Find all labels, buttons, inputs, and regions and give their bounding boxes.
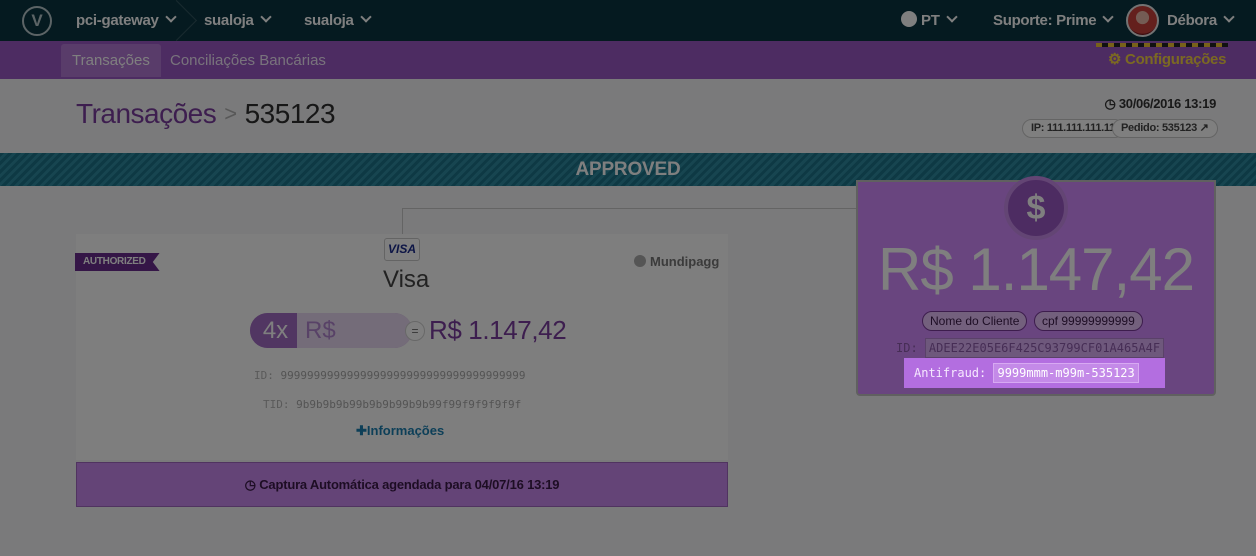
clock-icon: ◷ — [1104, 96, 1116, 111]
more-info-label: Informações — [366, 423, 445, 438]
installments-count: 4x — [250, 313, 297, 348]
antifraud-row[interactable]: Antifraud: 9999mmm-m99m-535123 — [904, 358, 1165, 388]
antifraud-label: Antifraud: — [914, 366, 987, 380]
language-label: PT — [921, 12, 940, 29]
summary-amount: R$ 1.147,42 — [878, 236, 1195, 303]
sub-navbar: Transações Conciliações Bancárias — [0, 41, 1256, 79]
support-label: Suporte: — [993, 12, 1053, 29]
language-selector[interactable]: PT — [901, 0, 958, 41]
external-link-icon: ↗ — [1199, 122, 1209, 134]
user-name: Débora — [1167, 12, 1217, 29]
connector-line — [402, 208, 858, 234]
customer-name-pill[interactable]: Nome do Cliente — [922, 311, 1028, 331]
app-logo[interactable]: V — [22, 6, 52, 36]
transaction-tid-label: TID: — [263, 398, 290, 411]
transaction-datetime: ◷ 30/06/2016 13:19 — [1104, 96, 1217, 112]
transaction-id-label: ID: — [254, 369, 274, 382]
settings-label: Configurações — [1125, 51, 1227, 68]
summary-id-row: ID: ADEE22E05E6F425C93799CF01A465A4F — [896, 338, 1165, 358]
transaction-id-row: ID: 999999999999999999999999999999999999… — [254, 369, 526, 382]
capture-notice-text: Captura Automática agendada para 04/07/1… — [259, 477, 560, 492]
breadcrumb-account-label: pci-gateway — [76, 12, 159, 29]
transaction-total: R$ 1.147,42 — [429, 315, 567, 345]
plus-icon: ✚ — [356, 423, 367, 438]
card-brand-label: Visa — [383, 266, 430, 293]
ip-pill: IP: 111.111.111.11 — [1022, 119, 1124, 138]
chevron-down-icon — [1223, 11, 1235, 23]
transaction-id-value: 9999999999999999999999999999999999999 — [280, 369, 526, 382]
status-badge: AUTHORIZED — [75, 253, 160, 271]
top-navbar: V pci-gateway sualoja sualoja PT Suporte… — [0, 0, 1256, 41]
order-pill-label: Pedido: 535123 — [1121, 122, 1197, 134]
breadcrumb-subaccount[interactable]: sualoja — [304, 0, 372, 41]
chevron-down-icon — [1102, 11, 1115, 23]
customer-cpf-pill[interactable]: cpf 99999999999 — [1034, 311, 1143, 331]
globe-icon — [901, 11, 917, 27]
installments-pill: 4x R$ 286,85 — [250, 313, 412, 348]
order-pill[interactable]: Pedido: 535123 ↗ — [1112, 119, 1218, 138]
support-plan: Prime — [1056, 12, 1097, 29]
breadcrumb-store-label: sualoja — [204, 12, 254, 29]
page-title-section[interactable]: Transações — [76, 98, 217, 129]
more-info-link[interactable]: ✚Informações — [356, 423, 444, 439]
avatar[interactable] — [1126, 4, 1159, 37]
gateway-label: Mundipagg — [634, 254, 719, 269]
breadcrumb-subaccount-label: sualoja — [304, 12, 354, 29]
page-title: Transações >535123 — [76, 98, 336, 130]
installment-value: R$ 286,85 — [297, 313, 412, 348]
transaction-datetime-value: 30/06/2016 13:19 — [1118, 96, 1216, 111]
clock-icon: ◷ — [244, 477, 256, 492]
gateway-name: Mundipagg — [650, 254, 720, 269]
support-menu[interactable]: Suporte: Prime — [993, 0, 1115, 41]
tab-transactions[interactable]: Transações — [61, 44, 161, 77]
equals-icon: = — [405, 321, 425, 341]
page-title-order: 535123 — [244, 98, 336, 129]
user-menu[interactable]: Débora — [1167, 0, 1235, 41]
capture-notice: ◷ Captura Automática agendada para 04/07… — [76, 462, 728, 507]
chevron-down-icon — [359, 11, 372, 23]
chevron-right-icon: > — [224, 101, 237, 126]
transaction-tid-value: 9b9b9b9b99b9b9b99b9b99f99f9f9f9f9f — [296, 398, 522, 411]
chevron-down-icon — [259, 11, 272, 23]
transaction-tid-row: TID: 9b9b9b9b99b9b9b99b9b99f99f9f9f9f9f — [263, 398, 521, 411]
settings-link[interactable]: ⚙ Configurações — [1108, 41, 1226, 79]
antifraud-value: 9999mmm-m99m-535123 — [993, 363, 1139, 383]
plug-icon — [634, 255, 646, 267]
summary-id-value: ADEE22E05E6F425C93799CF01A465A4F — [924, 338, 1165, 358]
summary-id-label: ID: — [896, 341, 918, 355]
breadcrumb-store[interactable]: sualoja — [204, 0, 272, 41]
card-brand-logo: VISA — [384, 238, 420, 261]
dollar-icon: $ — [1004, 176, 1068, 240]
tab-bank-reconciliations[interactable]: Conciliações Bancárias — [159, 44, 337, 77]
chevron-down-icon — [945, 11, 958, 23]
breadcrumb-divider — [168, 0, 180, 41]
gear-icon: ⚙ — [1108, 51, 1122, 68]
